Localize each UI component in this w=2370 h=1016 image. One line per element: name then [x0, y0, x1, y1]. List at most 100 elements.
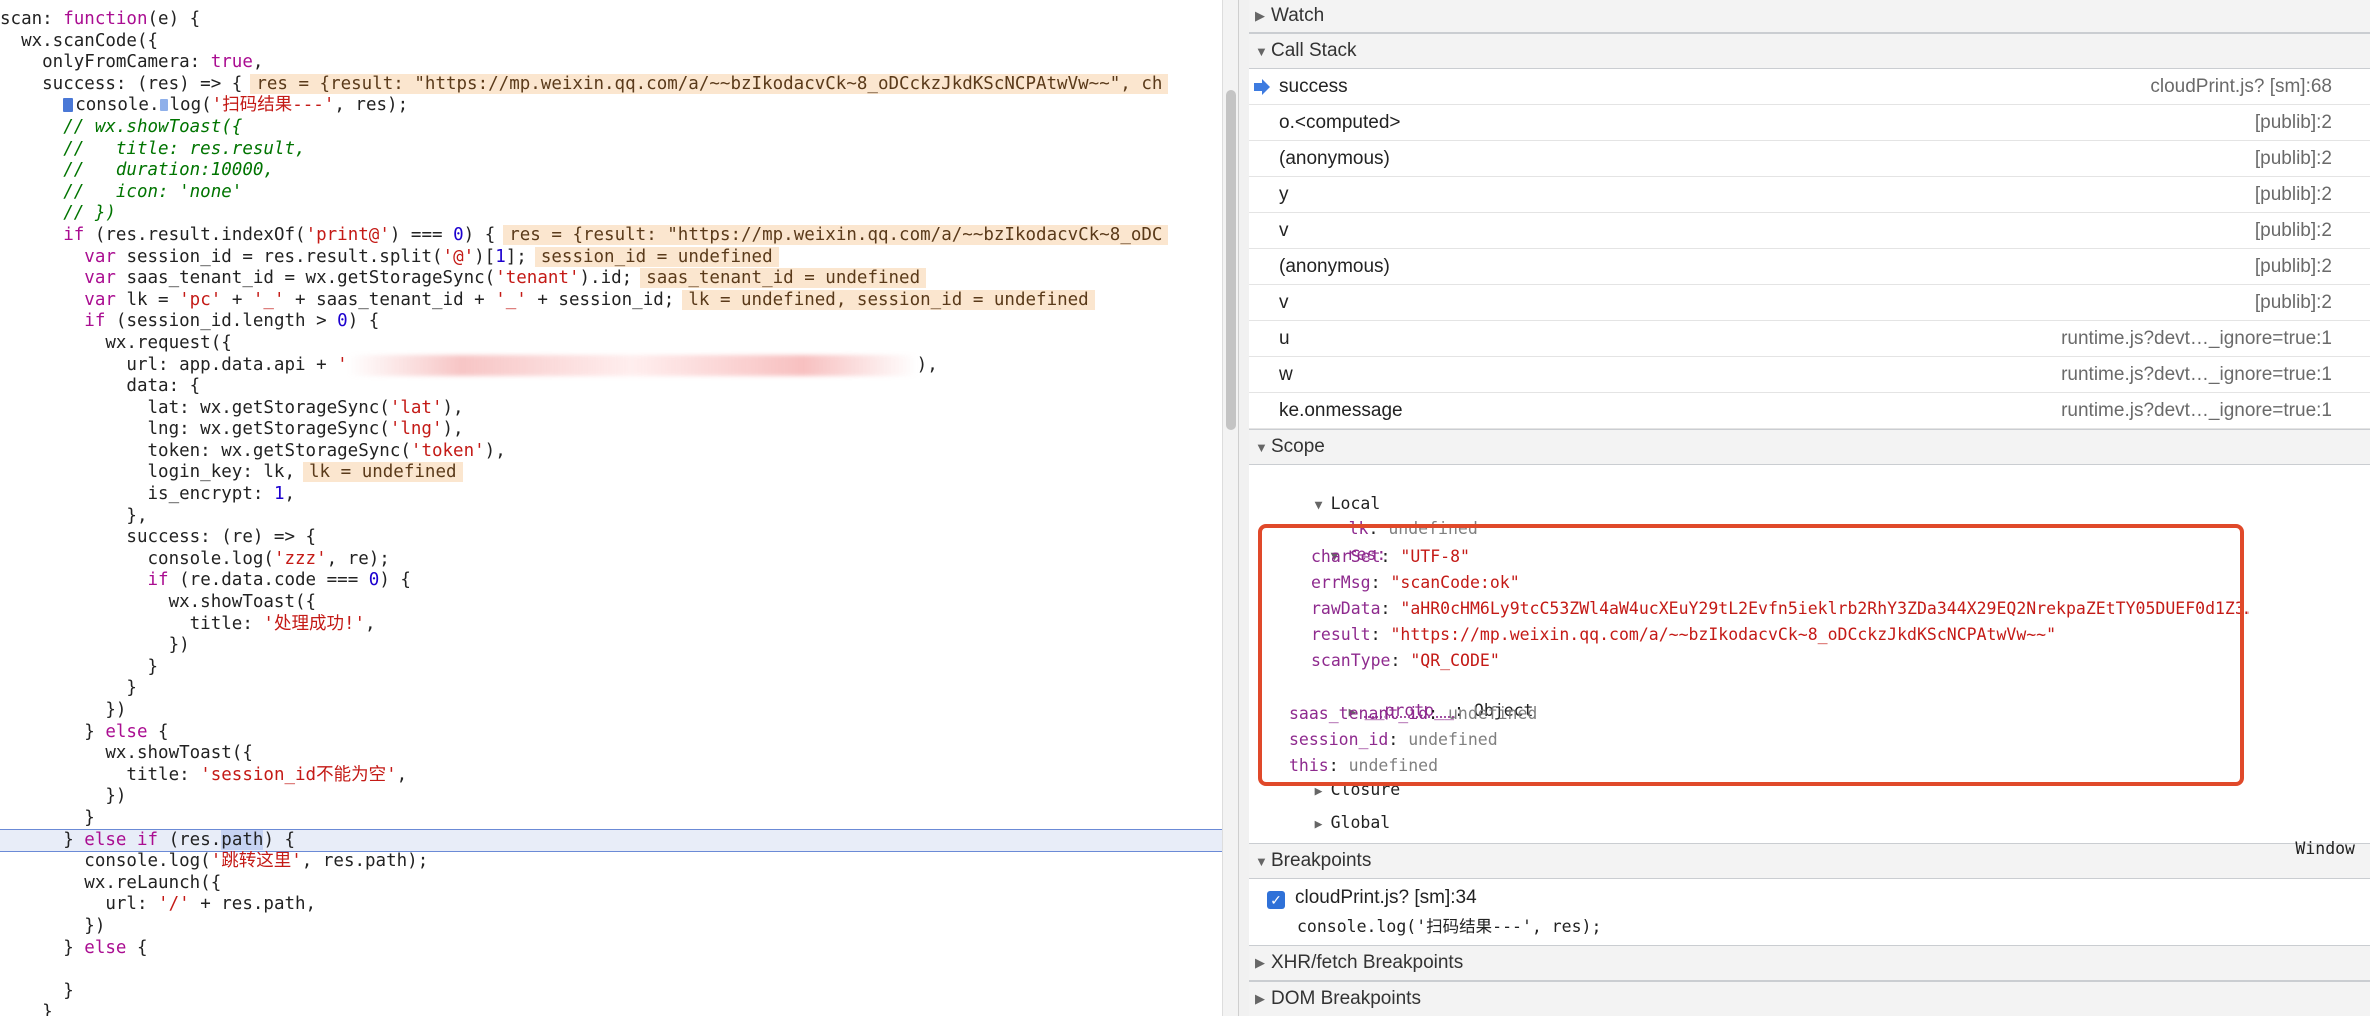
checkbox-checked-icon[interactable]: ✓ [1267, 891, 1285, 909]
code-line[interactable]: } [0, 1002, 1222, 1016]
code-line[interactable]: wx.showToast({ [0, 743, 1222, 765]
frame-location[interactable]: [publib]:2 [2255, 292, 2332, 314]
scope-property[interactable]: errMsg: "scanCode:ok" [1311, 571, 2249, 595]
frame-location[interactable]: [publib]:2 [2255, 184, 2332, 206]
code-view[interactable]: scan: function(e) { wx.scanCode({ onlyFr… [0, 9, 1222, 1016]
xhr-breakpoints-header[interactable]: ▶ XHR/fetch Breakpoints [1249, 945, 2370, 981]
scope-property[interactable]: result: "https://mp.weixin.qq.com/a/~~bz… [1311, 623, 2249, 647]
call-stack-frame[interactable]: u runtime.js?devt…_ignore=true:1 [1249, 321, 2370, 357]
code-line[interactable]: data: { [0, 376, 1222, 398]
call-stack-frame[interactable]: o.<computed> [publib]:2 [1249, 105, 2370, 141]
frame-location[interactable]: runtime.js?devt…_ignore=true:1 [2061, 364, 2332, 386]
code-line[interactable]: // wx.showToast({ [0, 117, 1222, 139]
call-stack-frame[interactable]: ke.onmessage runtime.js?devt…_ignore=true… [1249, 393, 2370, 429]
call-stack-header[interactable]: ▼ Call Stack [1249, 33, 2370, 69]
code-line[interactable]: } [0, 657, 1222, 679]
scope-var-proto[interactable]: ▶ __proto__: Object [1289, 675, 1534, 720]
call-stack-frame[interactable]: y [publib]:2 [1249, 177, 2370, 213]
code-line[interactable]: wx.reLaunch({ [0, 873, 1222, 895]
scope-property[interactable]: saas_tenant_id: undefined [1289, 702, 2249, 726]
scope-var-res[interactable]: ▼ res: [1271, 519, 1387, 564]
breakpoints-header[interactable]: ▼ Breakpoints [1249, 843, 2370, 879]
scope-property[interactable]: charSet: "UTF-8" [1311, 545, 2249, 569]
code-token: var [84, 289, 116, 310]
code-line[interactable]: wx.scanCode({ [0, 31, 1222, 53]
code-line[interactable]: is_encrypt: 1, [0, 484, 1222, 506]
code-line[interactable]: var saas_tenant_id = wx.getStorageSync('… [0, 268, 1222, 290]
call-stack-frame[interactable]: (anonymous) [publib]:2 [1249, 249, 2370, 285]
code-line[interactable]: // title: res.result, [0, 139, 1222, 161]
scope-header[interactable]: ▼ Scope [1249, 429, 2370, 465]
breakpoint-item[interactable]: ✓ cloudPrint.js? [sm]:34 console.log('扫码… [1249, 879, 2370, 936]
code-line[interactable]: }, [0, 506, 1222, 528]
code-line[interactable]: console. log('扫码结果---', res); [0, 95, 1222, 117]
code-line[interactable]: if (session_id.length > 0) { [0, 311, 1222, 333]
code-line[interactable]: title: 'session_id不能为空', [0, 765, 1222, 787]
code-line[interactable]: if (res.result.indexOf('print@') === 0) … [0, 224, 1222, 247]
code-line[interactable] [0, 959, 1222, 981]
code-line[interactable]: wx.request({ [0, 333, 1222, 355]
code-line[interactable]: }) [0, 635, 1222, 657]
code-line[interactable]: if (re.data.code === 0) { [0, 570, 1222, 592]
code-line[interactable]: } else if (res.path) { [0, 828, 1222, 853]
var-key: result [1311, 625, 1371, 644]
scope-property[interactable]: rawData: "aHR0cHM6Ly9tcC53ZWl4aW4ucXEuY2… [1311, 597, 2249, 621]
code-line[interactable]: }) [0, 786, 1222, 808]
scope-property[interactable]: session_id: undefined [1289, 728, 2249, 752]
frame-location[interactable]: runtime.js?devt…_ignore=true:1 [2061, 328, 2332, 350]
code-line[interactable]: onlyFromCamera: true, [0, 52, 1222, 74]
editor-scrollbar[interactable] [1222, 0, 1239, 1016]
call-stack-frame[interactable]: success cloudPrint.js? [sm]:68 [1249, 69, 2370, 105]
code-line[interactable]: scan: function(e) { [0, 9, 1222, 31]
scope-property[interactable]: this: undefined [1289, 754, 2249, 778]
breakpoint-marker-icon[interactable] [63, 98, 74, 113]
code-line[interactable]: // duration:10000, [0, 160, 1222, 182]
frame-location[interactable]: runtime.js?devt…_ignore=true:1 [2061, 400, 2332, 422]
code-token: '跳转这里' [210, 851, 302, 872]
frame-location[interactable]: [publib]:2 [2255, 220, 2332, 242]
scope-closure-row[interactable]: ▶ Closure [1255, 754, 1401, 799]
code-token: (res. [158, 829, 222, 850]
code-line[interactable]: } else { [0, 938, 1222, 960]
code-line[interactable]: } [0, 981, 1222, 1003]
code-line[interactable]: }) [0, 700, 1222, 722]
code-line[interactable]: url: app.data.api + 'xxxxxxxxxxxxxxxxxxx… [0, 354, 1222, 377]
editor-scroll-thumb[interactable] [1226, 90, 1236, 430]
code-line[interactable]: success: (re) => { [0, 527, 1222, 549]
code-line[interactable]: lat: wx.getStorageSync('lat'), [0, 398, 1222, 420]
code-line[interactable]: login_key: lk, lk = undefined [0, 462, 1222, 484]
source-editor[interactable]: scan: function(e) { wx.scanCode({ onlyFr… [0, 0, 1222, 1016]
code-line[interactable]: console.log('跳转这里', res.path); [0, 851, 1222, 873]
code-line[interactable]: } [0, 808, 1222, 830]
call-stack-frame[interactable]: v [publib]:2 [1249, 213, 2370, 249]
scope-var-lk[interactable]: lk: undefined [1289, 493, 1478, 538]
code-line[interactable]: // icon: 'none' [0, 182, 1222, 204]
watch-section-header[interactable]: ▶ Watch [1249, 0, 2370, 33]
frame-location[interactable]: [publib]:2 [2255, 256, 2332, 278]
code-line[interactable]: } else { [0, 722, 1222, 744]
code-line[interactable]: var lk = 'pc' + '_' + saas_tenant_id + '… [0, 289, 1222, 312]
code-line[interactable]: token: wx.getStorageSync('token'), [0, 441, 1222, 463]
code-line[interactable]: // }) [0, 203, 1222, 225]
code-line[interactable]: }) [0, 916, 1222, 938]
call-stack-frame[interactable]: w runtime.js?devt…_ignore=true:1 [1249, 357, 2370, 393]
code-line[interactable]: wx.showToast({ [0, 592, 1222, 614]
call-stack-frame[interactable]: v [publib]:2 [1249, 285, 2370, 321]
inline-breakpoint-icon[interactable] [159, 99, 168, 112]
call-stack-frame[interactable]: (anonymous) [publib]:2 [1249, 141, 2370, 177]
code-line[interactable]: lng: wx.getStorageSync('lng'), [0, 419, 1222, 441]
code-line[interactable]: success: (res) => {res = {result: "https… [0, 73, 1222, 96]
scope-local-row[interactable]: ▼ Local [1255, 468, 1381, 513]
code-line[interactable]: console.log('zzz', re); [0, 549, 1222, 571]
code-line[interactable]: } [0, 678, 1222, 700]
frame-location[interactable]: cloudPrint.js? [sm]:68 [2150, 76, 2332, 98]
scope-property[interactable]: scanType: "QR_CODE" [1311, 649, 2249, 673]
code-line[interactable]: var session_id = res.result.split('@')[1… [0, 246, 1222, 269]
frame-location[interactable]: [publib]:2 [2255, 148, 2332, 170]
frame-location[interactable]: [publib]:2 [2255, 112, 2332, 134]
scope-global-row[interactable]: ▶ Global Window [1255, 787, 2355, 858]
code-token: + saas_tenant_id + [284, 289, 496, 310]
code-line[interactable]: url: '/' + res.path, [0, 894, 1222, 916]
dom-breakpoints-header[interactable]: ▶ DOM Breakpoints [1249, 981, 2370, 1016]
code-line[interactable]: title: '处理成功!', [0, 614, 1222, 636]
